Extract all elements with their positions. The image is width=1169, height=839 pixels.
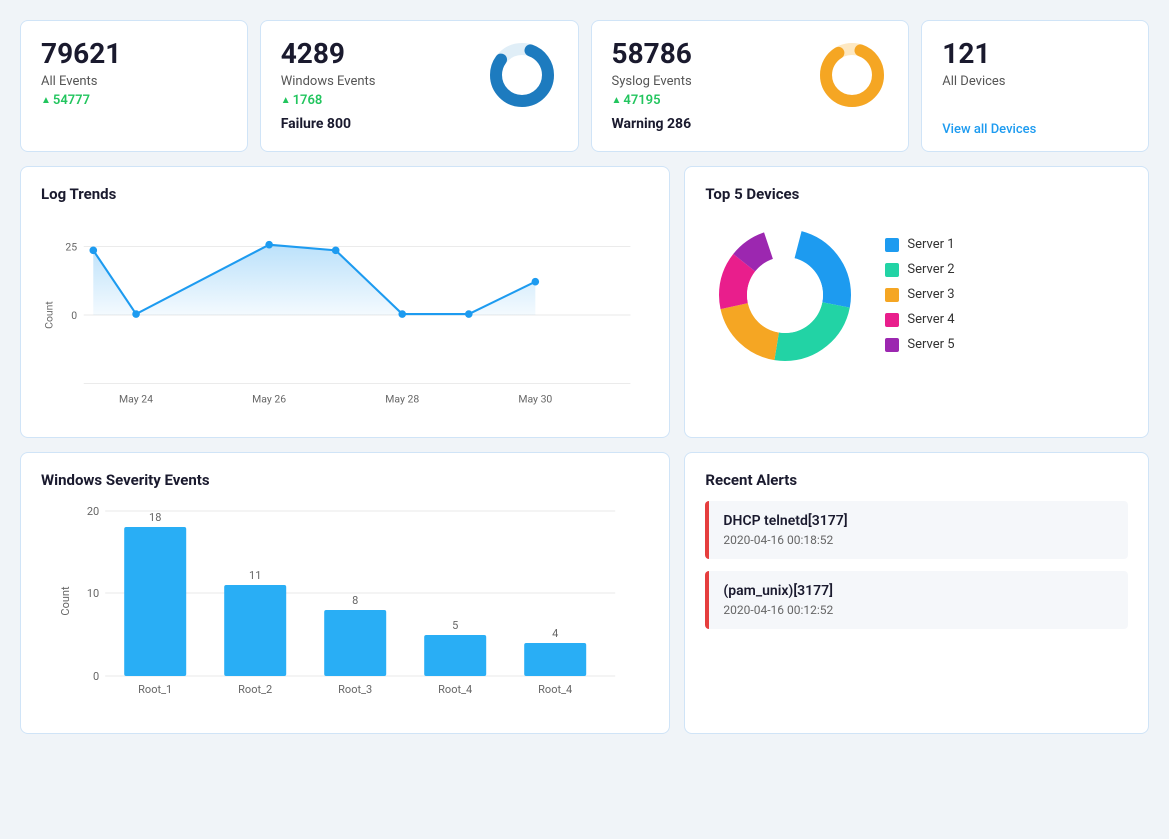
top5-title: Top 5 Devices xyxy=(705,185,1128,203)
syslog-events-number: 58786 xyxy=(612,39,692,70)
svg-text:Count: Count xyxy=(59,586,72,616)
data-point xyxy=(132,310,140,318)
windows-severity-chart: 20 10 0 Count 18 Root_1 11 Root_2 8 Root… xyxy=(41,501,649,711)
svg-text:10: 10 xyxy=(87,587,99,600)
svg-text:Root_4: Root_4 xyxy=(438,683,472,696)
bar-root4b xyxy=(524,643,586,676)
svg-text:25: 25 xyxy=(65,240,77,253)
alert-time-2: 2020-04-16 00:12:52 xyxy=(723,603,1114,617)
legend-dot-1 xyxy=(885,238,899,252)
all-devices-card: 121 All Devices View all Devices xyxy=(921,20,1149,152)
svg-text:18: 18 xyxy=(149,511,161,524)
line-chart-fill xyxy=(93,244,535,314)
log-trends-title: Log Trends xyxy=(41,185,649,203)
view-all-devices-link[interactable]: View all Devices xyxy=(942,122,1128,137)
windows-severity-title: Windows Severity Events xyxy=(41,471,649,489)
svg-text:20: 20 xyxy=(87,505,99,518)
alert-item-2: (pam_unix)[3177] 2020-04-16 00:12:52 xyxy=(705,571,1128,629)
legend-item-3: Server 3 xyxy=(885,287,954,302)
legend-item-1: Server 1 xyxy=(885,237,954,252)
svg-text:Root_1: Root_1 xyxy=(138,683,172,696)
legend-label-2: Server 2 xyxy=(907,262,954,277)
alert-item-1: DHCP telnetd[3177] 2020-04-16 00:18:52 xyxy=(705,501,1128,559)
svg-text:11: 11 xyxy=(249,569,261,582)
syslog-events-sub: Warning 286 xyxy=(612,116,692,132)
all-events-change: 54777 xyxy=(41,93,227,108)
windows-events-inner: 4289 Windows Events 1768 Failure 800 xyxy=(281,39,558,132)
bar-root3 xyxy=(324,610,386,676)
legend-label-4: Server 4 xyxy=(907,312,954,327)
top5-donut xyxy=(705,215,865,375)
windows-donut-chart xyxy=(486,39,558,111)
legend-label-1: Server 1 xyxy=(907,237,954,252)
svg-text:May 26: May 26 xyxy=(252,392,286,405)
windows-events-text: 4289 Windows Events 1768 Failure 800 xyxy=(281,39,376,132)
syslog-events-label: Syslog Events xyxy=(612,74,692,89)
windows-events-label: Windows Events xyxy=(281,74,376,89)
syslog-events-text: 58786 Syslog Events 47195 Warning 286 xyxy=(612,39,692,132)
svg-text:Root_2: Root_2 xyxy=(238,683,272,696)
all-devices-label: All Devices xyxy=(942,74,1128,89)
top5-devices-card: Top 5 Devices xyxy=(684,166,1149,438)
recent-alerts-card: Recent Alerts DHCP telnetd[3177] 2020-04… xyxy=(684,452,1149,734)
all-events-card: 79621 All Events 54777 xyxy=(20,20,248,152)
recent-alerts-title: Recent Alerts xyxy=(705,471,1128,489)
log-trends-chart: 25 0 Count May 24 May 26 May 28 May 30 xyxy=(41,215,649,415)
bottom-row: Windows Severity Events 20 10 0 Count 18 xyxy=(20,452,1149,734)
log-trends-card: Log Trends 25 0 Count May 24 May 26 May … xyxy=(20,166,670,438)
syslog-events-inner: 58786 Syslog Events 47195 Warning 286 xyxy=(612,39,889,132)
svg-text:0: 0 xyxy=(71,309,77,322)
bar-root2 xyxy=(224,585,286,676)
donut-center xyxy=(747,257,823,333)
alert-time-1: 2020-04-16 00:18:52 xyxy=(723,533,1114,547)
bar-root1 xyxy=(124,527,186,676)
all-events-label: All Events xyxy=(41,74,227,89)
legend-dot-2 xyxy=(885,263,899,277)
legend-item-2: Server 2 xyxy=(885,262,954,277)
top5-inner: Server 1 Server 2 Server 3 Server 4 xyxy=(705,215,1128,375)
windows-events-change: 1768 xyxy=(281,93,376,108)
bar-root4a xyxy=(424,635,486,676)
windows-events-sub: Failure 800 xyxy=(281,116,376,132)
windows-events-card: 4289 Windows Events 1768 Failure 800 xyxy=(260,20,579,152)
data-point xyxy=(398,310,406,318)
alert-title-2: (pam_unix)[3177] xyxy=(723,583,1114,599)
syslog-events-change: 47195 xyxy=(612,93,692,108)
data-point xyxy=(89,246,97,254)
legend-dot-3 xyxy=(885,288,899,302)
dashboard: 79621 All Events 54777 4289 Windows Even… xyxy=(20,20,1149,734)
alert-title-1: DHCP telnetd[3177] xyxy=(723,513,1114,529)
svg-text:8: 8 xyxy=(352,594,358,607)
svg-text:Count: Count xyxy=(42,300,55,328)
data-point xyxy=(332,246,340,254)
legend-label-5: Server 5 xyxy=(907,337,954,352)
windows-severity-card: Windows Severity Events 20 10 0 Count 18 xyxy=(20,452,670,734)
svg-text:May 24: May 24 xyxy=(119,392,153,405)
windows-donut-wrap xyxy=(486,39,558,111)
middle-row: Log Trends 25 0 Count May 24 May 26 May … xyxy=(20,166,1149,438)
legend-label-3: Server 3 xyxy=(907,287,954,302)
svg-text:5: 5 xyxy=(452,619,458,632)
svg-text:May 28: May 28 xyxy=(385,392,419,405)
data-point xyxy=(465,310,473,318)
data-point xyxy=(532,278,540,286)
legend-item-5: Server 5 xyxy=(885,337,954,352)
legend-dot-5 xyxy=(885,338,899,352)
svg-text:Root_3: Root_3 xyxy=(338,683,372,696)
all-events-number: 79621 xyxy=(41,39,227,70)
windows-events-number: 4289 xyxy=(281,39,376,70)
svg-text:Root_4: Root_4 xyxy=(538,683,572,696)
syslog-events-card: 58786 Syslog Events 47195 Warning 286 xyxy=(591,20,910,152)
syslog-donut-chart xyxy=(816,39,888,111)
all-devices-number: 121 xyxy=(942,39,1128,70)
svg-text:May 30: May 30 xyxy=(518,392,552,405)
data-point xyxy=(265,241,273,249)
svg-text:0: 0 xyxy=(93,670,99,683)
top5-legend: Server 1 Server 2 Server 3 Server 4 xyxy=(885,237,954,352)
kpi-row: 79621 All Events 54777 4289 Windows Even… xyxy=(20,20,1149,152)
legend-item-4: Server 4 xyxy=(885,312,954,327)
svg-text:4: 4 xyxy=(552,627,558,640)
legend-dot-4 xyxy=(885,313,899,327)
syslog-donut-wrap xyxy=(816,39,888,111)
